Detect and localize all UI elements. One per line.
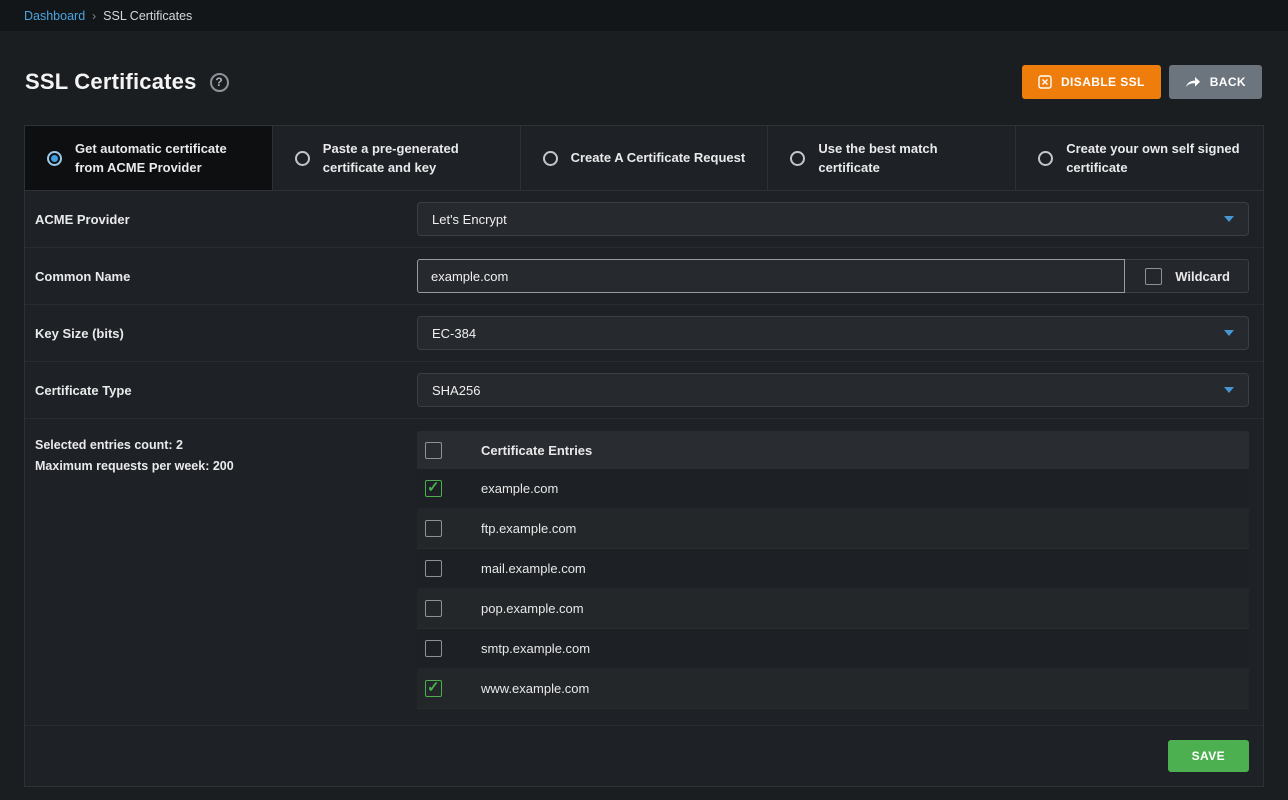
radio-icon [1038, 151, 1053, 166]
back-button[interactable]: BACK [1169, 65, 1262, 99]
acme-provider-row: ACME Provider Let's Encrypt [25, 191, 1263, 248]
tab-self-signed[interactable]: Create your own self signed certificate [1016, 126, 1263, 190]
wildcard-checkbox-group[interactable]: Wildcard [1125, 259, 1249, 293]
tab-acme-automatic[interactable]: Get automatic certificate from ACME Prov… [25, 126, 273, 190]
ssl-certificates-panel: Get automatic certificate from ACME Prov… [24, 125, 1264, 787]
common-name-row: Common Name Wildcard [25, 248, 1263, 305]
key-size-row: Key Size (bits) EC-384 [25, 305, 1263, 362]
tab-label: Paste a pre-generated certificate and ke… [323, 139, 506, 178]
header-actions: DISABLE SSL BACK [1022, 65, 1262, 99]
common-name-label: Common Name [35, 269, 417, 284]
entry-name: pop.example.com [481, 601, 584, 616]
entry-checkbox[interactable] [425, 560, 442, 577]
page-title: SSL Certificates [25, 69, 197, 95]
page-header: SSL Certificates ? DISABLE SSL BACK [0, 31, 1288, 99]
radio-icon [543, 151, 558, 166]
table-row: example.com [417, 469, 1249, 509]
chevron-down-icon [1224, 216, 1234, 222]
form-footer: SAVE [25, 726, 1263, 786]
certificate-type-value: SHA256 [432, 383, 480, 398]
selected-count-text: Selected entries count: 2 [35, 435, 417, 456]
chevron-down-icon [1224, 387, 1234, 393]
common-name-input[interactable] [417, 259, 1125, 293]
radio-icon [47, 151, 62, 166]
disable-ssl-label: DISABLE SSL [1061, 75, 1145, 89]
tab-paste-certificate[interactable]: Paste a pre-generated certificate and ke… [273, 126, 521, 190]
table-header-row: Certificate Entries [417, 431, 1249, 469]
radio-icon [790, 151, 805, 166]
entry-name: mail.example.com [481, 561, 586, 576]
help-icon[interactable]: ? [210, 73, 229, 92]
breadcrumb-current: SSL Certificates [103, 9, 192, 23]
select-all-checkbox[interactable] [425, 442, 442, 459]
entries-info: Selected entries count: 2 Maximum reques… [35, 431, 417, 476]
tab-label: Create your own self signed certificate [1066, 139, 1249, 178]
table-row: mail.example.com [417, 549, 1249, 589]
certificate-type-row: Certificate Type SHA256 [25, 362, 1263, 419]
certificate-entries-table: Certificate Entries example.com ftp.exam… [417, 431, 1249, 709]
certificate-type-select[interactable]: SHA256 [417, 373, 1249, 407]
table-row: pop.example.com [417, 589, 1249, 629]
entry-name: www.example.com [481, 681, 589, 696]
key-size-value: EC-384 [432, 326, 476, 341]
entry-checkbox[interactable] [425, 480, 442, 497]
breadcrumb-separator: › [92, 9, 96, 23]
tab-label: Create A Certificate Request [571, 148, 746, 168]
table-row: smtp.example.com [417, 629, 1249, 669]
disable-ssl-icon [1038, 75, 1052, 89]
tab-best-match[interactable]: Use the best match certificate [768, 126, 1016, 190]
tab-label: Use the best match certificate [818, 139, 1001, 178]
back-arrow-icon [1185, 76, 1201, 88]
tab-label: Get automatic certificate from ACME Prov… [75, 139, 258, 178]
chevron-down-icon [1224, 330, 1234, 336]
entry-name: smtp.example.com [481, 641, 590, 656]
back-label: BACK [1210, 75, 1246, 89]
key-size-label: Key Size (bits) [35, 326, 417, 341]
table-header-label: Certificate Entries [481, 443, 592, 458]
entry-name: ftp.example.com [481, 521, 576, 536]
save-button[interactable]: SAVE [1168, 740, 1249, 772]
max-requests-text: Maximum requests per week: 200 [35, 456, 417, 477]
breadcrumb: Dashboard › SSL Certificates [0, 0, 1288, 31]
disable-ssl-button[interactable]: DISABLE SSL [1022, 65, 1161, 99]
wildcard-label: Wildcard [1175, 269, 1230, 284]
entry-checkbox[interactable] [425, 680, 442, 697]
entry-checkbox[interactable] [425, 600, 442, 617]
tab-certificate-request[interactable]: Create A Certificate Request [521, 126, 769, 190]
breadcrumb-dashboard-link[interactable]: Dashboard [24, 9, 85, 23]
acme-provider-value: Let's Encrypt [432, 212, 507, 227]
table-row: ftp.example.com [417, 509, 1249, 549]
entry-name: example.com [481, 481, 558, 496]
acme-provider-select[interactable]: Let's Encrypt [417, 202, 1249, 236]
certificate-method-tabs: Get automatic certificate from ACME Prov… [25, 126, 1263, 191]
acme-provider-label: ACME Provider [35, 212, 417, 227]
entry-checkbox[interactable] [425, 640, 442, 657]
wildcard-checkbox[interactable] [1145, 268, 1162, 285]
radio-icon [295, 151, 310, 166]
table-row: www.example.com [417, 669, 1249, 709]
certificate-type-label: Certificate Type [35, 383, 417, 398]
certificate-entries-row: Selected entries count: 2 Maximum reques… [25, 419, 1263, 726]
entry-checkbox[interactable] [425, 520, 442, 537]
key-size-select[interactable]: EC-384 [417, 316, 1249, 350]
